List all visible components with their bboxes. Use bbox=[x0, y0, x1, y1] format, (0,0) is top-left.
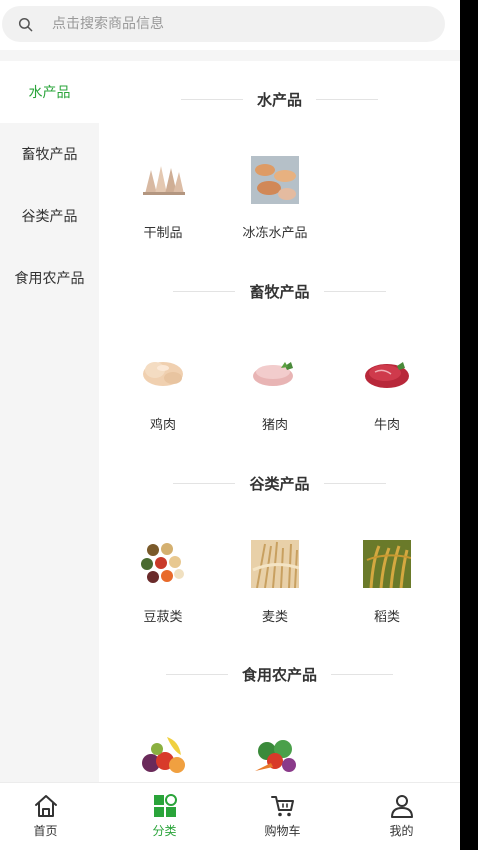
product-item[interactable]: 牛肉 bbox=[331, 348, 443, 433]
divider bbox=[323, 482, 386, 484]
profile-icon bbox=[390, 795, 413, 818]
sidebar-item-agricultural[interactable]: 食用农产品 bbox=[0, 247, 99, 309]
sidebar-item-livestock[interactable]: 畜牧产品 bbox=[0, 123, 99, 185]
section-header: 谷类产品 bbox=[99, 473, 460, 493]
product-label: 豆菽类 bbox=[143, 610, 183, 625]
divider bbox=[165, 673, 228, 675]
frozen-seafood-image bbox=[251, 156, 299, 204]
product-item[interactable]: 稻类 bbox=[331, 540, 443, 625]
search-icon bbox=[18, 17, 33, 31]
fruit-image bbox=[142, 737, 185, 773]
product-label: 牛肉 bbox=[373, 418, 400, 433]
home-icon bbox=[34, 795, 57, 817]
product-item[interactable]: 干制品 bbox=[107, 156, 219, 241]
divider bbox=[316, 98, 378, 100]
search-box[interactable] bbox=[2, 6, 445, 42]
section-title: 畜牧产品 bbox=[249, 282, 310, 301]
divider bbox=[323, 290, 386, 292]
category-content: 水产品 干制品 冰冻水产品 畜牧产品 鸡肉 猪肉 牛肉 谷类产品 豆菽类 麦类 … bbox=[99, 61, 460, 782]
bottom-tab-bar: 首页 分类 购物车 我的 bbox=[0, 782, 460, 850]
divider bbox=[180, 98, 243, 100]
sidebar-item-grain[interactable]: 谷类产品 bbox=[0, 185, 99, 247]
divider bbox=[173, 290, 236, 292]
product-item[interactable]: 冰冻水产品 bbox=[219, 156, 331, 241]
cart-icon bbox=[270, 796, 294, 817]
section-title: 食用农产品 bbox=[241, 665, 317, 684]
tab-home[interactable]: 首页 bbox=[0, 793, 103, 839]
vegetables-image bbox=[255, 740, 296, 772]
category-sidebar: 水产品 畜牧产品 谷类产品 食用农产品 bbox=[0, 61, 99, 782]
tab-label: 购物车 bbox=[264, 824, 301, 838]
beef-image bbox=[365, 362, 409, 388]
tab-profile[interactable]: 我的 bbox=[344, 793, 459, 839]
product-label: 麦类 bbox=[261, 610, 288, 625]
product-label: 稻类 bbox=[373, 610, 400, 625]
divider bbox=[0, 50, 460, 61]
product-item[interactable]: 猪肉 bbox=[219, 348, 331, 433]
product-label: 猪肉 bbox=[261, 418, 288, 433]
section-header: 水产品 bbox=[99, 89, 460, 109]
product-item[interactable]: 鸡肉 bbox=[107, 348, 219, 433]
product-label: 冰冻水产品 bbox=[242, 226, 308, 241]
divider bbox=[173, 482, 236, 484]
product-item[interactable]: 豆菽类 bbox=[107, 540, 219, 625]
section-title: 谷类产品 bbox=[249, 474, 310, 493]
tab-cart[interactable]: 购物车 bbox=[225, 793, 340, 839]
section-title: 水产品 bbox=[256, 90, 302, 109]
tab-label: 分类 bbox=[152, 824, 177, 838]
product-label: 干制品 bbox=[143, 226, 183, 241]
wheat-image bbox=[251, 540, 300, 589]
screen-edge bbox=[460, 0, 478, 850]
search-bar bbox=[0, 0, 460, 50]
dried-squid-image bbox=[143, 166, 185, 195]
product-item[interactable]: 麦类 bbox=[219, 540, 331, 625]
category-icon bbox=[153, 794, 177, 817]
search-input[interactable] bbox=[52, 16, 392, 32]
tab-label: 首页 bbox=[33, 824, 58, 838]
rice-image bbox=[363, 540, 412, 589]
pork-image bbox=[253, 362, 293, 386]
tab-label: 我的 bbox=[389, 824, 414, 838]
divider bbox=[331, 673, 393, 675]
beans-image bbox=[141, 543, 184, 583]
product-label: 鸡肉 bbox=[149, 418, 176, 433]
sidebar-item-aquatic[interactable]: 水产品 bbox=[0, 61, 99, 123]
section-header: 畜牧产品 bbox=[99, 281, 460, 301]
tab-category[interactable]: 分类 bbox=[107, 793, 222, 839]
product-item[interactable] bbox=[219, 731, 331, 782]
product-item[interactable] bbox=[107, 731, 219, 782]
app-screen: 水产品 畜牧产品 谷类产品 食用农产品 水产品 干制品 bbox=[0, 0, 460, 850]
chicken-image bbox=[143, 362, 183, 386]
section-header: 食用农产品 bbox=[99, 664, 460, 684]
